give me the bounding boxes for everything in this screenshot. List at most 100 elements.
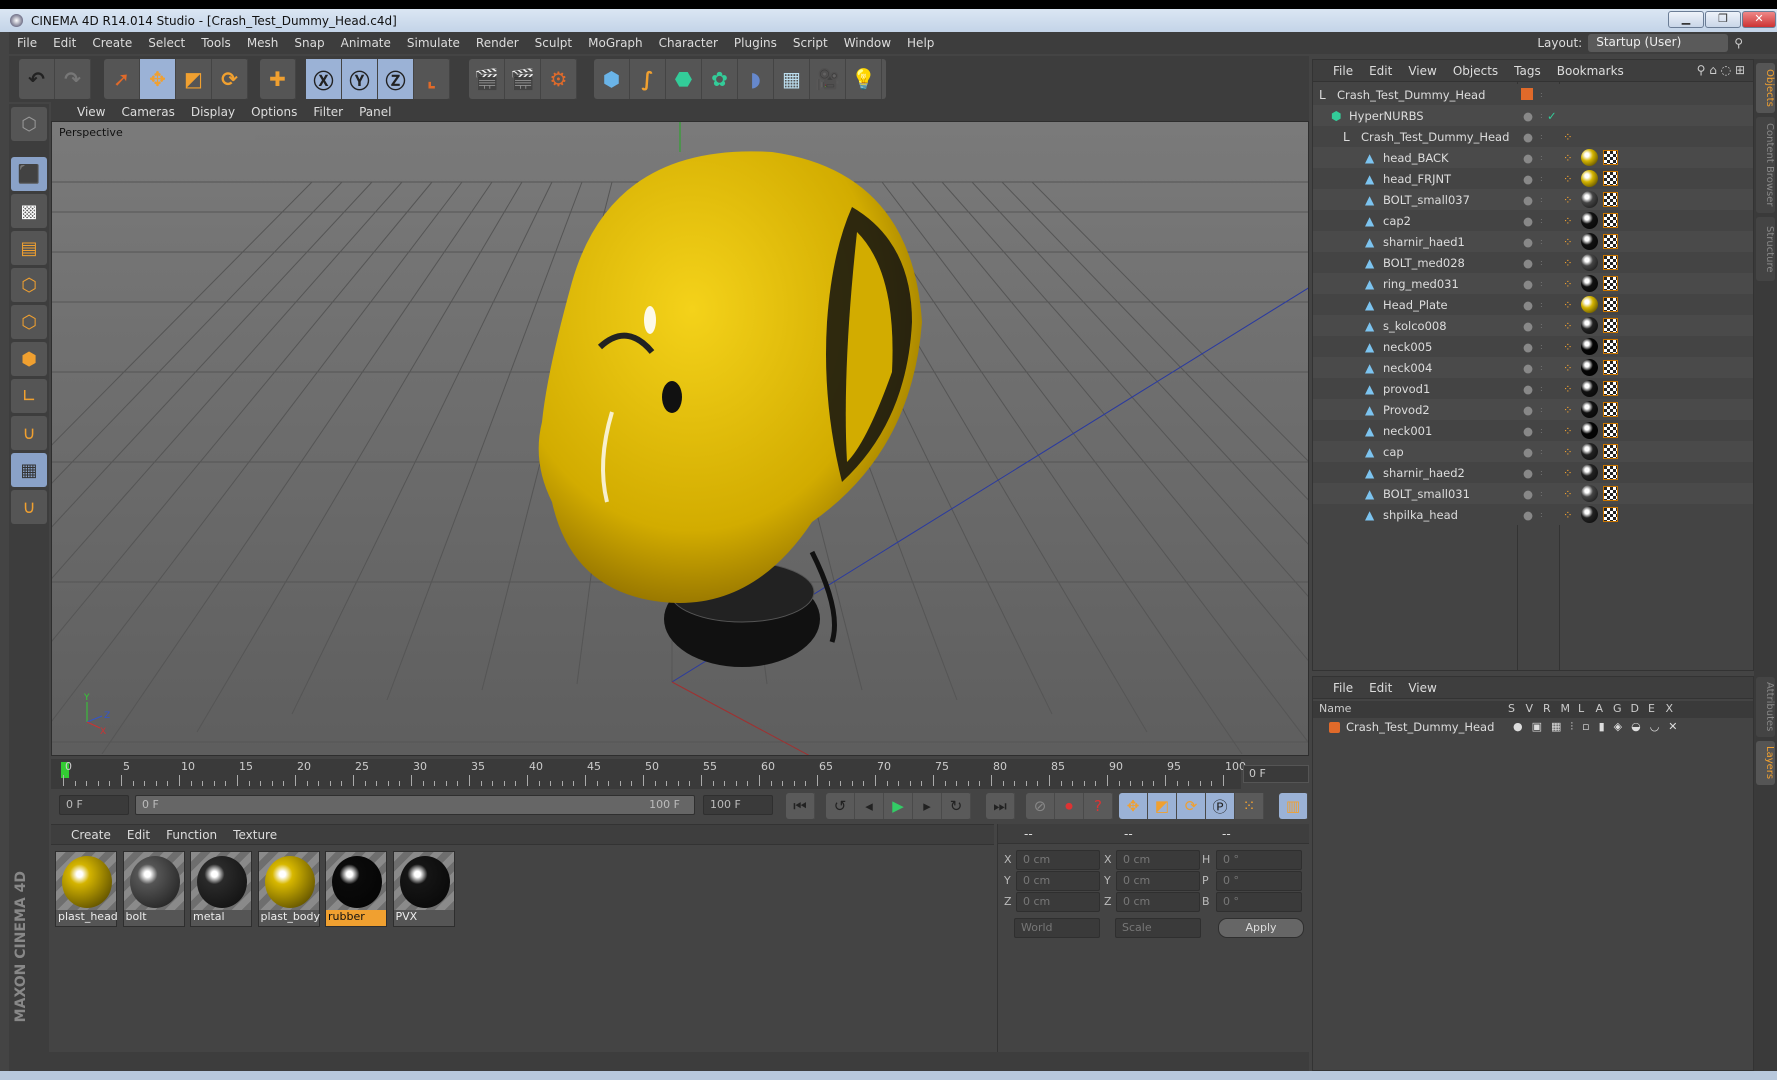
object-row[interactable]: ▲ BOLT_small031 ●: ⁘ — [1313, 483, 1753, 504]
phong-tag-icon[interactable]: ⁘ — [1563, 361, 1573, 375]
object-row[interactable]: ▲ head_FRJNT ●: ⁘ — [1313, 168, 1753, 189]
minimize-button[interactable]: ▁ — [1668, 11, 1704, 28]
editor-visibility-dot[interactable]: ● — [1523, 256, 1533, 270]
object-row[interactable]: ▲ shpilka_head ●: ⁘ — [1313, 504, 1753, 525]
menu-sculpt[interactable]: Sculpt — [527, 36, 580, 50]
render-visibility-dots[interactable]: : — [1540, 258, 1543, 267]
material-tag-icon[interactable] — [1581, 443, 1598, 460]
material-tag-icon[interactable] — [1581, 380, 1598, 397]
render-visibility-dots[interactable]: : — [1540, 342, 1543, 351]
close-button[interactable]: ✕ — [1742, 11, 1776, 28]
phong-tag-icon[interactable]: ⁘ — [1563, 445, 1573, 459]
coord-field[interactable]: 0 cm — [1016, 871, 1100, 891]
coord-field[interactable]: 0 ° — [1216, 871, 1302, 891]
material-metal[interactable]: metal — [190, 851, 252, 927]
menu-mesh[interactable]: Mesh — [239, 36, 287, 50]
texture-tag-icon[interactable] — [1603, 297, 1618, 312]
menu-snap[interactable]: Snap — [286, 36, 332, 50]
texture-tag-icon[interactable] — [1603, 360, 1618, 375]
polygons-mode-icon[interactable]: ⬢ — [11, 342, 47, 376]
coord-field[interactable]: 0 cm — [1116, 892, 1200, 912]
phong-tag-icon[interactable]: ⁘ — [1563, 235, 1573, 249]
editor-visibility-dot[interactable]: ● — [1523, 130, 1533, 144]
phong-tag-icon[interactable]: ⁘ — [1563, 172, 1573, 186]
menu-script[interactable]: Script — [785, 36, 836, 50]
texture-tag-icon[interactable] — [1603, 423, 1618, 438]
phong-tag-icon[interactable]: ⁘ — [1563, 424, 1573, 438]
play-icon[interactable]: ▶ — [884, 793, 913, 819]
y-axis-icon[interactable]: Ⓨ — [342, 59, 378, 99]
texture-tag-icon[interactable] — [1603, 150, 1618, 165]
coord-field[interactable]: 0 cm — [1016, 850, 1100, 870]
layer-column-x[interactable]: X — [1666, 702, 1674, 715]
layer-column-e[interactable]: E — [1648, 702, 1655, 715]
apply-button[interactable]: Apply — [1218, 918, 1304, 938]
material-tag-icon[interactable] — [1581, 296, 1598, 313]
tab-attributes[interactable]: Attributes — [1756, 677, 1775, 737]
menu-help[interactable]: Help — [899, 36, 942, 50]
menu-character[interactable]: Character — [651, 36, 726, 50]
editor-visibility-dot[interactable]: ● — [1523, 193, 1533, 207]
add-icon[interactable]: ✚ — [260, 59, 296, 99]
make-editable-icon[interactable]: ⬡ — [11, 107, 47, 141]
texture-tag-icon[interactable] — [1603, 234, 1618, 249]
coord-field[interactable]: 0 cm — [1116, 850, 1200, 870]
render-visibility-dots[interactable]: : — [1540, 321, 1543, 330]
menu-plugins[interactable]: Plugins — [726, 36, 785, 50]
timeline-icon[interactable]: ▥ — [1279, 793, 1308, 819]
material-tag-icon[interactable] — [1581, 254, 1598, 271]
render-visibility-dots[interactable]: : — [1540, 510, 1543, 519]
key-parameter-icon[interactable]: Ⓟ — [1206, 793, 1235, 819]
menu-simulate[interactable]: Simulate — [399, 36, 468, 50]
tab-content-browser[interactable]: Content Browser — [1756, 117, 1775, 213]
layer-column-r[interactable]: R — [1543, 702, 1551, 715]
editor-visibility-dot[interactable]: ● — [1523, 298, 1533, 312]
object-row[interactable]: ▲ sharnir_haed1 ●: ⁘ — [1313, 231, 1753, 252]
material-tag-icon[interactable] — [1581, 275, 1598, 292]
viewport-menu-view[interactable]: View — [69, 105, 113, 119]
render-visibility-dots[interactable]: : — [1540, 384, 1543, 393]
layer-column-g[interactable]: G — [1613, 702, 1622, 715]
floor-icon[interactable]: ▦ — [774, 59, 810, 99]
layer-menu-edit[interactable]: Edit — [1369, 681, 1392, 695]
phong-tag-icon[interactable]: ⁘ — [1563, 256, 1573, 270]
coord-field[interactable]: 0 ° — [1216, 850, 1302, 870]
render-visibility-dots[interactable]: : — [1540, 132, 1543, 141]
menu-tools[interactable]: Tools — [193, 36, 239, 50]
layer-menu-file[interactable]: File — [1333, 681, 1353, 695]
phong-tag-icon[interactable]: ⁘ — [1563, 403, 1573, 417]
material-plast_body[interactable]: plast_body — [257, 851, 320, 927]
render-visibility-dots[interactable]: : — [1540, 489, 1543, 498]
frame-range-slider[interactable]: 0 F 100 F — [135, 795, 695, 815]
cube-icon[interactable]: ⬢ — [594, 59, 630, 99]
object-row[interactable]: ▲ Head_Plate ●: ⁘ — [1313, 294, 1753, 315]
phong-tag-icon[interactable]: ⁘ — [1563, 277, 1573, 291]
array-icon[interactable]: ✿ — [702, 59, 738, 99]
object-row[interactable]: L Crash_Test_Dummy_Head ●: ⁘ — [1313, 126, 1753, 147]
coord-space-dropdown[interactable]: World — [1014, 918, 1100, 938]
render-visibility-dots[interactable]: : — [1540, 153, 1543, 162]
layer-column-v[interactable]: V — [1526, 702, 1534, 715]
editor-visibility-dot[interactable]: ● — [1523, 151, 1533, 165]
light-icon[interactable]: 💡 — [846, 59, 882, 99]
material-tag-icon[interactable] — [1581, 317, 1598, 334]
render-visibility-dots[interactable]: : — [1540, 216, 1543, 225]
layer-column-d[interactable]: D — [1631, 702, 1639, 715]
viewport-perspective[interactable]: Y Z X Perspective ✥ ⇣ ⟳ ▢ — [51, 121, 1309, 756]
nurbs-icon[interactable]: ⬣ — [666, 59, 702, 99]
render-visibility-dots[interactable]: : — [1540, 195, 1543, 204]
material-menu-texture[interactable]: Texture — [233, 828, 277, 842]
material-tag-icon[interactable] — [1581, 191, 1598, 208]
editor-visibility-dot[interactable]: ● — [1523, 382, 1533, 396]
phong-tag-icon[interactable]: ⁘ — [1563, 508, 1573, 522]
material-menu-edit[interactable]: Edit — [127, 828, 150, 842]
redo-icon[interactable]: ↷ — [55, 59, 91, 99]
material-menu-function[interactable]: Function — [166, 828, 217, 842]
render-picture-viewer-icon[interactable]: 🎬 — [505, 59, 541, 99]
start-frame-field[interactable]: 0 F — [59, 795, 129, 815]
render-visibility-dots[interactable]: : — [1540, 468, 1543, 477]
editor-visibility-dot[interactable]: ● — [1523, 277, 1533, 291]
autokey-icon[interactable]: ⏺ — [1055, 793, 1084, 819]
object-row[interactable]: ⬢ HyperNURBS ●: ✓ — [1313, 105, 1753, 126]
viewport-menu-filter[interactable]: Filter — [305, 105, 351, 119]
